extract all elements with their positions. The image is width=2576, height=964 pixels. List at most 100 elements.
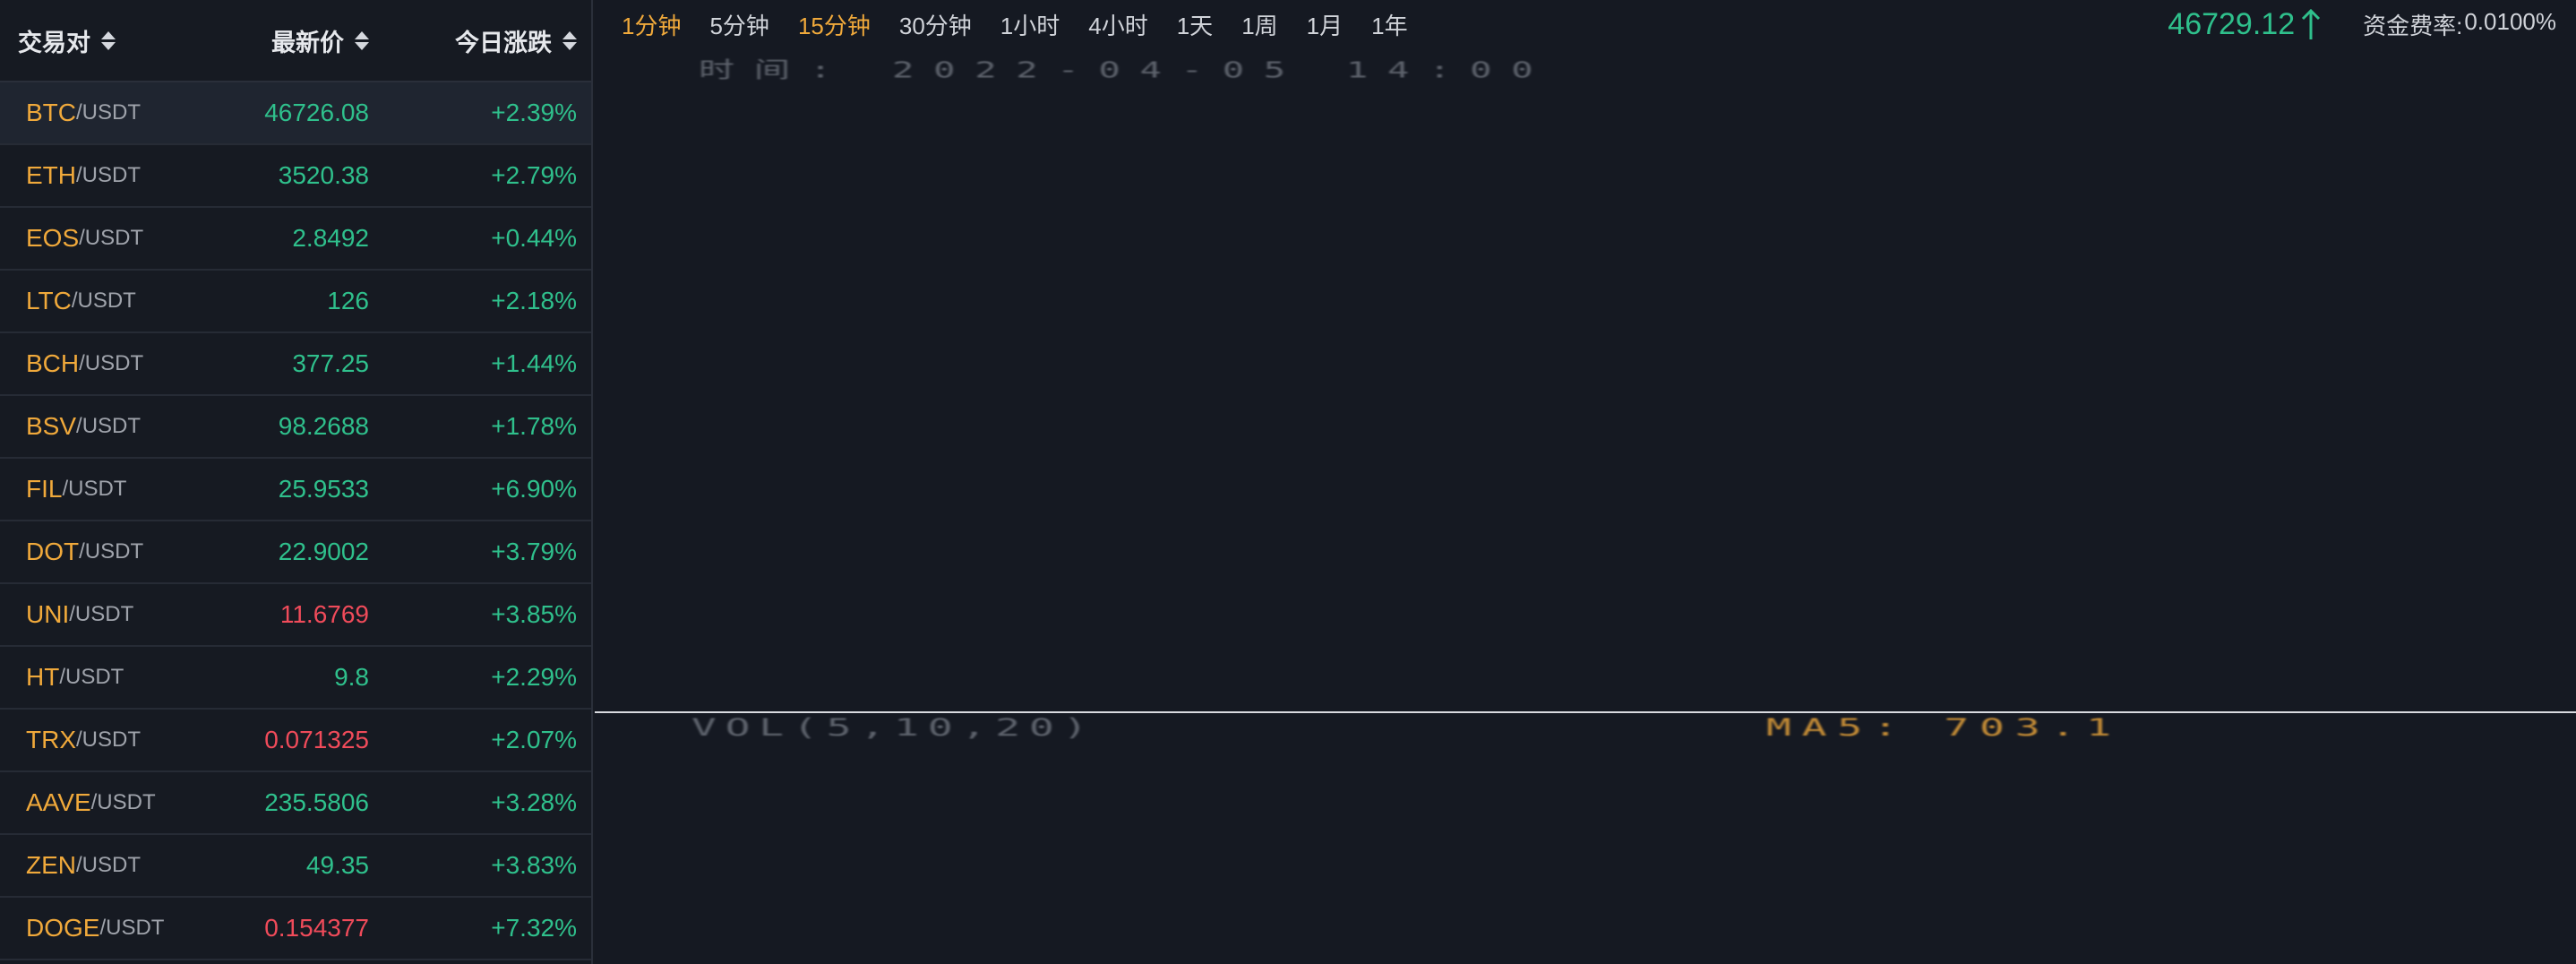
change-cell: +7.32% [491,914,577,942]
sort-icon[interactable] [562,30,577,50]
price-cell: 49.35 [305,851,369,879]
interval-tab[interactable]: 1天 [1163,8,1227,41]
pair-cell: UNI/USDT [0,600,206,629]
change-cell: +3.83% [491,851,577,879]
change-header-label: 今日涨跌 [455,29,552,56]
volume-indicator-label: VOL(5,10,20) [691,713,1097,742]
base-symbol: DOGE [26,914,100,942]
pair-cell: FIL/USDT [0,475,206,504]
pair-cell: ETH/USDT [0,161,206,190]
quote-symbol: /USDT [62,477,127,501]
market-row-bch[interactable]: BCH/USDT 377.25 +1.44% [0,333,591,396]
market-row-eos[interactable]: EOS/USDT 2.8492 +0.44% [0,208,591,271]
price-cell: 377.25 [292,349,369,377]
price-cell: 0.071325 [264,726,369,753]
pair-cell: DOT/USDT [0,538,206,566]
quote-symbol: /USDT [79,351,144,375]
last-price: 46729.12 [2168,7,2322,42]
change-cell: +1.78% [491,412,577,440]
price-column-header[interactable]: 最新价 [206,23,369,58]
change-cell: +2.29% [491,663,577,691]
quote-symbol: /USDT [76,727,141,752]
quote-symbol: /USDT [76,163,141,187]
pair-cell: BTC/USDT [0,99,206,127]
base-symbol: DOT [26,538,80,565]
interval-tab[interactable]: 1年 [1357,8,1421,41]
base-symbol: ETH [26,161,76,189]
change-cell: +2.18% [491,287,577,314]
interval-tab[interactable]: 30分钟 [885,8,986,41]
market-row-eth[interactable]: ETH/USDT 3520.38 +2.79% [0,145,591,208]
pair-cell: DOGE/USDT [0,914,206,942]
quote-symbol: /USDT [59,665,125,689]
quote-symbol: /USDT [90,790,156,814]
pair-cell: LTC/USDT [0,287,206,315]
pair-column-header[interactable]: 交易对 [0,23,206,58]
funding-rate: 资金费率: 0.0100% [2363,8,2556,41]
interval-tab[interactable]: 5分钟 [695,8,783,41]
interval-tab[interactable]: 1周 [1227,8,1292,41]
interval-tab[interactable]: 1分钟 [607,8,695,41]
pair-cell: BSV/USDT [0,412,206,441]
price-cell: 11.6769 [279,600,369,628]
base-symbol: BTC [26,99,76,126]
base-symbol: FIL [26,475,63,503]
change-cell: +3.85% [491,600,577,628]
interval-tab[interactable]: 1月 [1292,8,1357,41]
price-cell: 9.8 [334,663,369,691]
price-cell: 46726.08 [264,99,369,126]
price-cell: 126 [327,287,369,314]
market-row-doge[interactable]: DOGE/USDT 0.154377 +7.32% [0,898,591,960]
kline-chart-panel: 1分钟 5分钟 15分钟 30分钟 1小时 4小时 1天 1周 1月 1年 46729.12 资金… [595,0,2576,964]
arrow-up-icon [2302,8,2321,39]
market-row-aave[interactable]: AAVE/USDT 235.5806 +3.28% [0,772,591,835]
market-list-header: 交易对 最新价 今日涨跌 [0,0,591,82]
market-row-uni[interactable]: UNI/USDT 11.6769 +3.85% [0,584,591,647]
price-cell: 98.2688 [278,412,369,440]
quote-symbol: /USDT [79,226,144,250]
base-symbol: AAVE [26,788,91,816]
change-cell: +1.44% [491,349,577,377]
market-row-zen[interactable]: ZEN/USDT 49.35 +3.83% [0,835,591,898]
change-cell: +2.79% [491,161,577,189]
funding-rate-value: 0.0100% [2464,7,2556,35]
market-row-btc[interactable]: BTC/USDT 46726.08 +2.39% [0,82,591,145]
market-row-dot[interactable]: DOT/USDT 22.9002 +3.79% [0,521,591,584]
market-row-ht[interactable]: HT/USDT 9.8 +2.29% [0,647,591,710]
pair-cell: ZEN/USDT [0,851,206,880]
interval-tab[interactable]: 1小时 [986,8,1074,41]
base-symbol: LTC [26,287,72,314]
price-cell: 3520.38 [278,161,369,189]
quote-symbol: /USDT [79,539,144,564]
sort-icon[interactable] [355,30,369,50]
interval-tab[interactable]: 4小时 [1074,8,1162,41]
interval-tab[interactable]: 15分钟 [784,8,885,41]
market-row-fil[interactable]: FIL/USDT 25.9533 +6.90% [0,459,591,521]
change-cell: +2.39% [491,99,577,126]
quote-symbol: /USDT [71,288,136,313]
price-cell: 235.5806 [264,788,369,816]
market-row-ltc[interactable]: LTC/USDT 126 +2.18% [0,271,591,333]
market-row-bsv[interactable]: BSV/USDT 98.2688 +1.78% [0,396,591,459]
interval-selector: 1分钟 5分钟 15分钟 30分钟 1小时 4小时 1天 1周 1月 1年 [595,8,1422,41]
quote-symbol: /USDT [69,602,134,626]
funding-rate-label: 资金费率: [2363,12,2463,39]
crosshair-time-label: 时间: 2022-04-05 14:00 [699,57,1553,83]
market-list-panel: 交易对 最新价 今日涨跌 BTC/USDT 46726.08 +2.39% ETH/U… [0,0,593,964]
quote-symbol: /USDT [99,916,165,940]
change-cell: +2.07% [491,726,577,753]
price-header-label: 最新价 [271,29,344,56]
price-cell: 22.9002 [278,538,369,565]
last-price-value: 46729.12 [2168,6,2296,41]
ticker-summary: 46729.12 资金费率: 0.0100% [2168,0,2556,48]
change-column-header[interactable]: 今日涨跌 [369,23,577,58]
pair-cell: TRX/USDT [0,726,206,754]
quote-symbol: /USDT [76,100,141,125]
base-symbol: TRX [26,726,76,753]
chart-toolbar: 1分钟 5分钟 15分钟 30分钟 1小时 4小时 1天 1周 1月 1年 46729.12 资金… [595,0,2576,48]
market-row-trx[interactable]: TRX/USDT 0.071325 +2.07% [0,710,591,772]
sort-icon[interactable] [101,30,116,50]
base-symbol: UNI [26,600,70,628]
change-cell: +3.28% [491,788,577,816]
ma5-value-label: MA5: 703.1 [1766,713,2122,742]
